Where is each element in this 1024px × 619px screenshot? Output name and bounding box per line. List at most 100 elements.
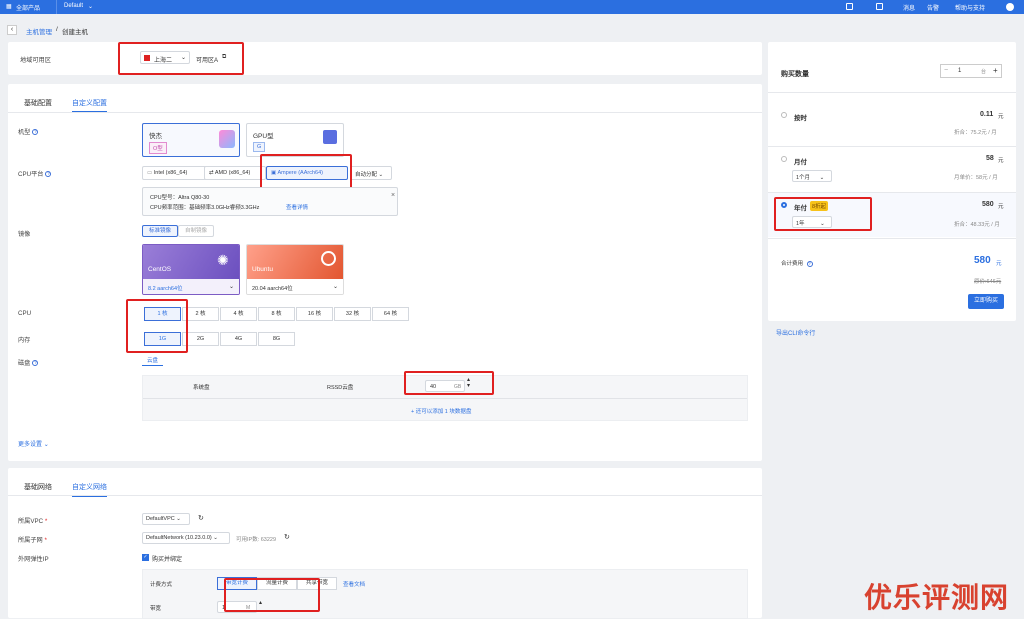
- eip-checkbox[interactable]: ✓: [142, 554, 149, 561]
- quantity-value: 1: [958, 68, 962, 74]
- cpu-details-link[interactable]: 查看详情: [286, 203, 308, 211]
- tab-divider: [8, 495, 762, 496]
- disk-type-value: RSSD云盘: [327, 385, 354, 391]
- close-icon[interactable]: ×: [391, 192, 395, 199]
- help-icon: ?: [806, 260, 813, 267]
- tab-standard-image[interactable]: 标准镜像: [142, 225, 178, 237]
- cpu-option-4[interactable]: 4 核: [220, 307, 257, 321]
- billing-mode-label: 计费方式: [150, 582, 173, 588]
- machine-type-tag: O型: [149, 142, 167, 154]
- month-duration-select[interactable]: 1个月 ⌄: [792, 170, 832, 182]
- add-data-disk-link[interactable]: + 还可以添加 1 块数据盘: [411, 407, 471, 415]
- ubuntu-icon: [321, 251, 336, 266]
- version-select[interactable]: 8.2 aarch64位 ⌄: [143, 279, 239, 294]
- buy-now-button[interactable]: 立即购买: [968, 294, 1004, 309]
- memory-label: 内存: [18, 337, 31, 344]
- cpu-option-64[interactable]: 64 核: [372, 307, 409, 321]
- cpu-option-8[interactable]: 8 核: [258, 307, 295, 321]
- highlight-box: [774, 197, 872, 231]
- project-selector[interactable]: Default: [64, 3, 83, 9]
- tab-basic-config[interactable]: 基础配置: [24, 98, 52, 111]
- image-version: 8.2 aarch64位: [148, 286, 183, 292]
- minus-icon[interactable]: −: [944, 67, 948, 74]
- alerts-link[interactable]: 告警: [927, 3, 939, 12]
- docs-link[interactable]: 查看文档: [343, 580, 365, 588]
- chevron-down-icon: ⌄: [213, 535, 218, 541]
- cpu-option-32[interactable]: 32 核: [334, 307, 371, 321]
- messages-link[interactable]: 消息: [903, 3, 915, 12]
- plan-currency: 元: [998, 204, 1004, 210]
- plan-note: 折合：48.33元 / 月: [954, 222, 1000, 228]
- image-card-centos[interactable]: CentOS ✺ 8.2 aarch64位 ⌄: [142, 244, 240, 295]
- help-link[interactable]: 帮助与支持: [955, 3, 985, 12]
- refresh-icon[interactable]: ↻: [198, 514, 204, 522]
- export-cli-link[interactable]: 导出CLI命令行: [776, 328, 815, 337]
- more-settings-toggle[interactable]: 更多设置 ⌄: [18, 439, 49, 448]
- quantity-label: 购买数量: [781, 71, 809, 78]
- plan-name: 按时: [794, 115, 807, 122]
- image-name: CentOS: [148, 266, 172, 273]
- tab-custom-config[interactable]: 自定义配置: [72, 98, 107, 113]
- cpu-platform-amd[interactable]: ⇄ AMD (x86_64): [204, 166, 266, 180]
- avatar[interactable]: [1006, 3, 1014, 11]
- all-products-menu[interactable]: 全部产品: [16, 3, 40, 12]
- quantity-unit: 台: [981, 69, 987, 75]
- breadcrumb-parent[interactable]: 主机管理: [26, 26, 52, 36]
- machine-type-gpu[interactable]: GPU型 G: [246, 123, 344, 157]
- memory-option-8g[interactable]: 8G: [258, 332, 295, 346]
- duration-value: 1个月: [796, 175, 811, 181]
- plan-hourly-radio[interactable]: [781, 112, 787, 118]
- plan-note: 折合：75.2元 / 月: [954, 130, 997, 136]
- subnet-select[interactable]: DefaultNetwork (10.23.0.0) ⌄: [142, 532, 230, 544]
- total-price: 580: [974, 255, 991, 266]
- chevron-down-icon[interactable]: ⌄: [88, 3, 93, 10]
- vpc-select[interactable]: DefaultVPC ⌄: [142, 513, 190, 525]
- screen-icon[interactable]: [846, 3, 853, 10]
- divider: [768, 238, 1016, 239]
- machine-type-name: GPU型: [253, 133, 274, 140]
- machine-type-o[interactable]: 快杰 O型: [142, 123, 240, 157]
- config-card: 基础配置 自定义配置 机型? 快杰 O型 GPU型 G CPU平台? ▭ Int…: [8, 84, 762, 461]
- chevron-down-icon: ⌄: [229, 284, 235, 290]
- eip-checkbox-label: 购买并绑定: [152, 557, 183, 563]
- quantity-stepper[interactable]: − 1 台 +: [940, 64, 1002, 78]
- plan-monthly-radio[interactable]: [781, 156, 787, 162]
- image-card-ubuntu[interactable]: Ubuntu 20.04 aarch64位 ⌄: [246, 244, 344, 295]
- tab-basic-network[interactable]: 基础网络: [24, 482, 52, 495]
- gpu-icon: [323, 130, 337, 144]
- image-label: 镜像: [18, 231, 31, 238]
- cpu-option-16[interactable]: 16 核: [296, 307, 333, 321]
- memory-option-4g[interactable]: 4G: [220, 332, 257, 346]
- apps-icon[interactable]: ▦: [6, 3, 12, 10]
- edit-icon[interactable]: [876, 3, 883, 10]
- plus-icon[interactable]: +: [993, 66, 998, 75]
- breadcrumb-separator: /: [56, 26, 58, 33]
- subnet-label: 所属子网 *: [18, 537, 47, 544]
- region-card: 地域可用区 上海二 ⌄ 可用区A ⧉: [8, 42, 762, 75]
- plan-currency: 元: [998, 158, 1004, 164]
- chevron-down-icon: ⌄: [43, 442, 49, 448]
- machine-label: 机型?: [18, 129, 39, 136]
- chevron-down-icon: ⌄: [378, 172, 384, 178]
- fast-machine-icon: [219, 130, 235, 148]
- tab-custom-image[interactable]: 自制镜像: [178, 225, 214, 237]
- refresh-icon[interactable]: ↻: [284, 533, 290, 541]
- eip-label: 外网弹性IP: [18, 556, 49, 563]
- help-icon: ?: [45, 171, 52, 178]
- cpu-freq-text: CPU频率范围：基础频率3.0GHz睿频3.3GHz: [150, 205, 260, 211]
- highlight-box: [404, 371, 494, 395]
- top-nav-bar: ▦ 全部产品 Default ⌄ 消息 告警 帮助与支持: [0, 0, 1024, 14]
- image-version: 20.04 aarch64位: [252, 286, 293, 292]
- auto-assign-select[interactable]: 自动分配 ⌄: [350, 166, 392, 180]
- plan-note: 月单价：58元 / 月: [954, 175, 998, 181]
- page-title: 创建主机: [62, 29, 88, 36]
- back-icon[interactable]: ‹: [7, 25, 17, 35]
- tab-cloud-disk[interactable]: 云盘: [142, 355, 164, 366]
- total-currency: 元: [996, 261, 1002, 267]
- version-select[interactable]: 20.04 aarch64位 ⌄: [247, 279, 343, 294]
- plan-currency: 元: [998, 114, 1004, 120]
- help-icon: ?: [32, 360, 39, 367]
- total-label: 合计费用 ?: [781, 260, 813, 267]
- centos-icon: ✺: [217, 252, 229, 268]
- plan-price: 58: [986, 155, 994, 162]
